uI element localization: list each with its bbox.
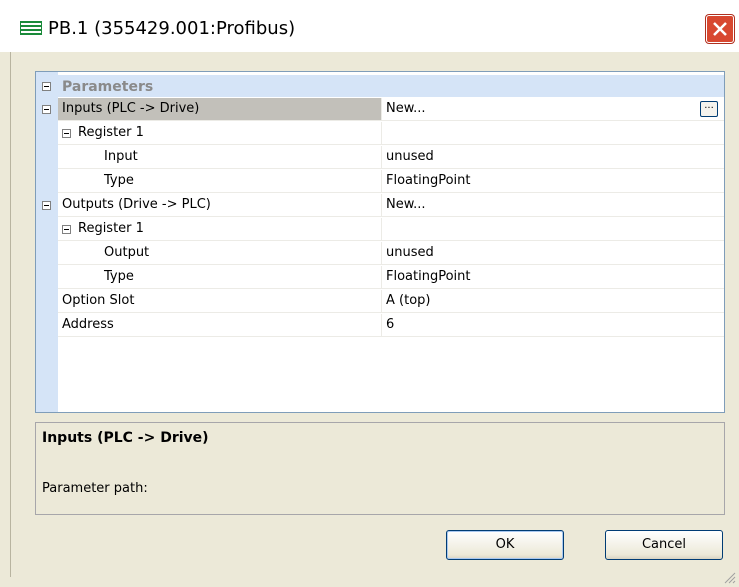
row-name: Type (104, 269, 134, 284)
grid-row[interactable]: Outputs (Drive -> PLC) New... (36, 194, 724, 218)
row-value: unused (386, 149, 434, 164)
help-panel: Inputs (PLC -> Drive) Parameter path: (35, 422, 725, 515)
window-frame-edge (10, 52, 11, 577)
ellipsis-button[interactable]: ... (700, 101, 718, 117)
grid-row[interactable]: Output unused (36, 242, 724, 266)
collapse-icon[interactable] (62, 225, 71, 234)
row-value: New... (386, 197, 426, 212)
row-name-cell[interactable]: Outputs (Drive -> PLC) (58, 194, 382, 217)
help-description: Parameter path: (42, 481, 148, 496)
row-value: unused (386, 245, 434, 260)
grid-row[interactable]: Inputs (PLC -> Drive) New... ... (36, 98, 724, 122)
row-name-cell[interactable]: Register 1 (58, 218, 382, 241)
row-value: A (top) (386, 293, 431, 308)
ok-button[interactable]: OK (446, 530, 564, 560)
collapse-icon[interactable] (42, 201, 51, 210)
category-label: Parameters (62, 79, 154, 95)
grid-row[interactable]: Register 1 (36, 218, 724, 242)
row-name: Option Slot (62, 293, 135, 308)
grid-row[interactable]: Register 1 (36, 122, 724, 146)
row-value-cell[interactable] (382, 218, 724, 241)
title-bar[interactable]: PB.1 (355429.001:Profibus) (0, 0, 739, 52)
row-value-cell[interactable]: 6 (382, 314, 724, 337)
close-icon (713, 22, 727, 36)
row-name-cell[interactable]: Register 1 (58, 122, 382, 145)
grid-row[interactable]: Input unused (36, 146, 724, 170)
row-name: Register 1 (78, 125, 144, 140)
row-name-cell[interactable]: Output (58, 242, 382, 265)
row-value: FloatingPoint (386, 269, 471, 284)
collapse-icon[interactable] (42, 105, 51, 114)
row-name-cell[interactable]: Inputs (PLC -> Drive) (58, 98, 382, 121)
row-name: Output (104, 245, 150, 260)
row-value-cell[interactable]: FloatingPoint (382, 266, 724, 289)
row-name: Input (104, 149, 138, 164)
window-title: PB.1 (355429.001:Profibus) (48, 18, 296, 39)
grid-row[interactable]: Address 6 (36, 314, 724, 338)
row-value-cell[interactable]: New... (382, 194, 724, 217)
row-value-cell[interactable] (382, 122, 724, 145)
sew-logo-icon (20, 21, 42, 35)
row-name: Type (104, 173, 134, 188)
row-name: Address (62, 317, 114, 332)
row-value: New... (386, 101, 426, 116)
row-name-cell[interactable]: Address (58, 314, 382, 337)
row-name: Inputs (PLC -> Drive) (62, 101, 200, 116)
row-name-cell[interactable]: Option Slot (58, 290, 382, 313)
grid-row[interactable]: Type FloatingPoint (36, 170, 724, 194)
row-value: FloatingPoint (386, 173, 471, 188)
row-value-cell[interactable]: FloatingPoint (382, 170, 724, 193)
row-name-cell[interactable]: Input (58, 146, 382, 169)
row-value-cell[interactable]: A (top) (382, 290, 724, 313)
row-value-cell[interactable]: New... ... (382, 98, 724, 121)
row-value-cell[interactable]: unused (382, 146, 724, 169)
row-name: Outputs (Drive -> PLC) (62, 197, 211, 212)
row-value-cell[interactable]: unused (382, 242, 724, 265)
row-name-cell[interactable]: Type (58, 170, 382, 193)
help-title: Inputs (PLC -> Drive) (42, 430, 209, 446)
cancel-button[interactable]: Cancel (605, 530, 723, 560)
grid-row[interactable]: Type FloatingPoint (36, 266, 724, 290)
collapse-icon[interactable] (42, 82, 51, 91)
row-name: Register 1 (78, 221, 144, 236)
close-button[interactable] (706, 15, 734, 43)
grid-row[interactable]: Option Slot A (top) (36, 290, 724, 314)
category-row[interactable]: Parameters (36, 75, 724, 97)
row-value: 6 (386, 317, 395, 332)
property-grid[interactable]: Parameters Inputs (PLC -> Drive) New... … (35, 71, 725, 413)
collapse-icon[interactable] (62, 129, 71, 138)
row-name-cell[interactable]: Type (58, 266, 382, 289)
resize-grip-icon[interactable] (724, 572, 736, 584)
